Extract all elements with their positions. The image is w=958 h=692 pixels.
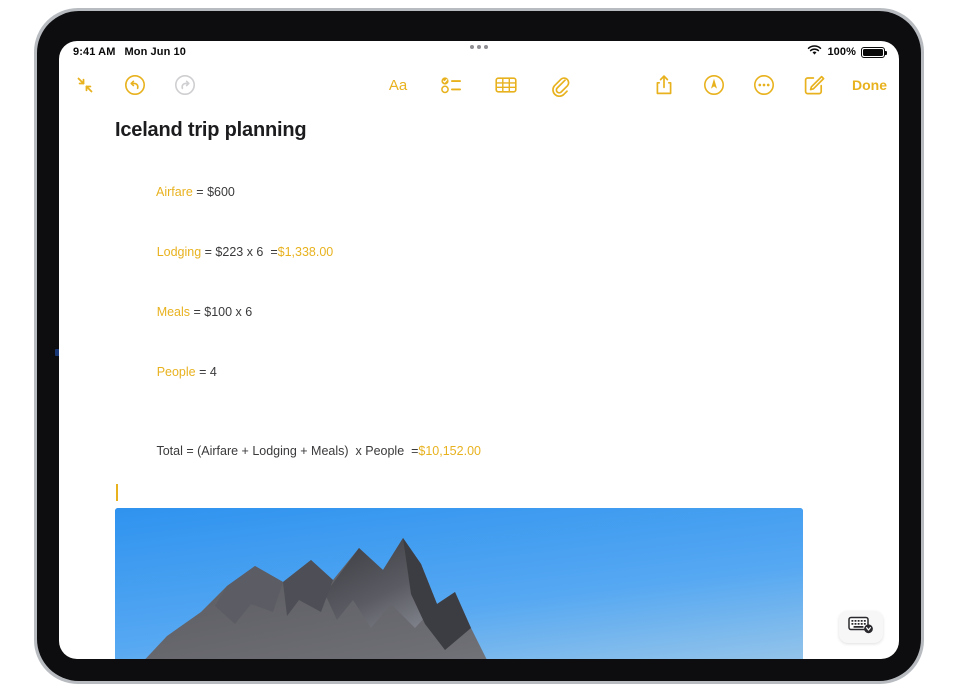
table-grid-icon[interactable] <box>492 71 520 99</box>
note-line-airfare[interactable]: Airfare = $600 <box>115 162 899 222</box>
keyboard-dismiss-icon <box>848 616 874 639</box>
variable-name: Airfare <box>156 185 193 199</box>
note-line-people[interactable]: People = 4 <box>115 342 899 402</box>
battery-fill <box>863 48 883 56</box>
note-line-lodging[interactable]: Lodging = $223 x 6 =$1,338.00 <box>115 222 899 282</box>
page-title: Iceland trip planning <box>115 119 307 141</box>
line-text: = $223 x 6 = <box>201 245 278 259</box>
toolbar-right-group: Done <box>650 71 887 99</box>
paperclip-icon[interactable] <box>546 71 574 99</box>
toolbar-center-group: Aa <box>384 71 574 99</box>
variable-name: Lodging <box>156 245 202 259</box>
status-date: Mon Jun 10 <box>124 46 186 58</box>
format-aa-icon[interactable]: Aa <box>384 71 412 99</box>
line-text: = $600 <box>192 185 235 199</box>
computed-result: $1,338.00 <box>277 245 334 259</box>
undo-arrow-icon[interactable] <box>121 71 149 99</box>
note-line-meals[interactable]: Meals = $100 x 6 <box>115 282 899 342</box>
toolbar-left-group <box>71 71 199 99</box>
redo-arrow-icon <box>171 71 199 99</box>
handle-dot <box>477 45 481 49</box>
ellipsis-circle-icon[interactable] <box>750 71 778 99</box>
battery-percent-label: 100% <box>827 46 856 58</box>
toolbar: Aa Done <box>59 63 899 107</box>
collapse-arrows-icon[interactable] <box>71 71 99 99</box>
share-upload-icon[interactable] <box>650 71 678 99</box>
status-bar: 9:41 AM Mon Jun 10 100% <box>59 41 899 63</box>
line-text: Total = (Airfare + Lodging + Meals) x Pe… <box>156 444 419 458</box>
wifi-icon <box>807 43 822 61</box>
variable-name: People <box>156 365 196 379</box>
three-dots-handle-icon[interactable] <box>470 45 488 49</box>
device-bezel: 9:41 AM Mon Jun 10 100% Aa Done Iceland … <box>37 11 921 681</box>
keyboard-dismiss-button[interactable] <box>839 611 883 643</box>
status-bar-right: 100% <box>807 41 887 63</box>
status-bar-left: 9:41 AM Mon Jun 10 <box>73 46 186 58</box>
device-frame: 9:41 AM Mon Jun 10 100% Aa Done Iceland … <box>34 8 924 684</box>
markup-pen-circle-icon[interactable] <box>700 71 728 99</box>
line-text: = 4 <box>195 365 217 379</box>
handle-dot <box>484 45 488 49</box>
computed-result: $10,152.00 <box>418 444 481 458</box>
compose-pencil-square-icon[interactable] <box>800 71 828 99</box>
note-content[interactable]: Airfare = $600 Lodging = $223 x 6 =$1,33… <box>59 162 899 501</box>
note-line-total[interactable]: Total = (Airfare + Lodging + Meals) x Pe… <box>115 421 899 481</box>
done-button[interactable]: Done <box>850 77 887 93</box>
status-time: 9:41 AM <box>73 46 116 58</box>
battery-full-icon <box>861 46 887 58</box>
screen: 9:41 AM Mon Jun 10 100% Aa Done Iceland … <box>59 41 899 659</box>
text-cursor <box>116 484 118 501</box>
note-body: Iceland trip planning Airfare = $600 Lod… <box>59 107 899 659</box>
iceland-mountain-photo[interactable] <box>115 508 803 659</box>
checklist-icon[interactable] <box>438 71 466 99</box>
variable-name: Meals <box>156 305 191 319</box>
handle-dot <box>470 45 474 49</box>
line-text: = $100 x 6 <box>190 305 253 319</box>
svg-text:Aa: Aa <box>389 77 408 94</box>
